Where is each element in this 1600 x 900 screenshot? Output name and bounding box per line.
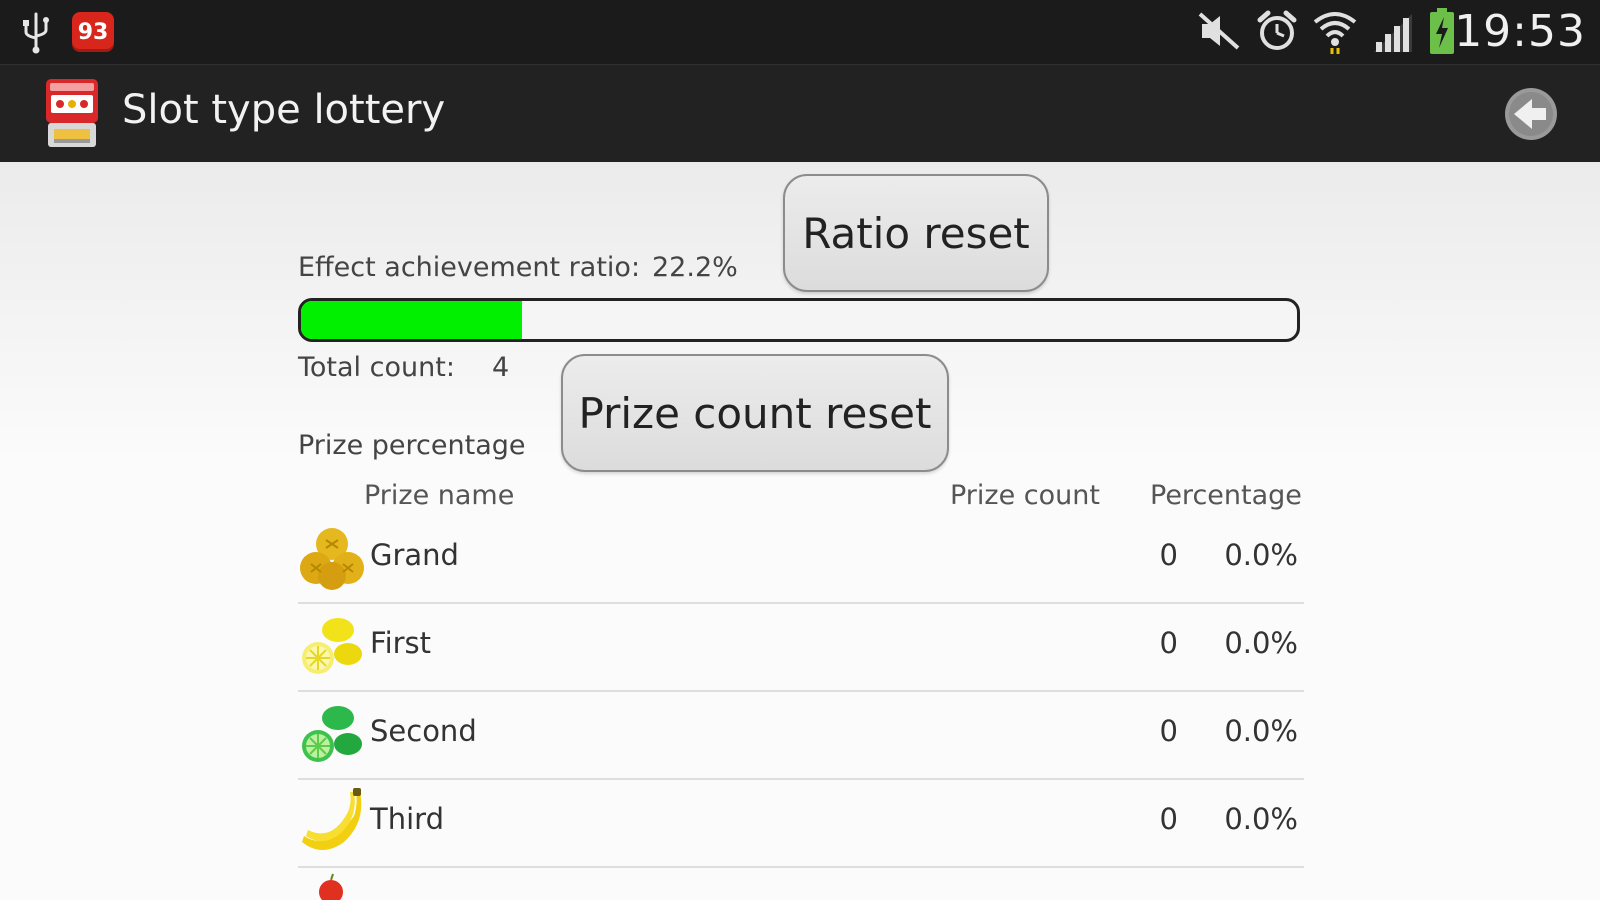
lime-fruit-icon [302,706,362,762]
prize-percentage: 0.0% [1224,538,1298,572]
header-percentage: Percentage [1150,480,1302,511]
prize-name: Grand [370,538,459,572]
battery-charging-icon [1430,8,1454,54]
effect-progress-bar [298,298,1300,342]
status-bar: 93 19:53 [0,0,1600,64]
apple-fruit-icon [319,873,343,900]
signal-icon [1374,14,1412,52]
lemon-fruit-icon [302,618,362,674]
total-count-value: 4 [492,352,510,383]
slot-machine-icon [46,79,98,147]
banana-fruit-icon [302,788,362,850]
prize-percentage: 0.0% [1224,626,1298,660]
action-bar: Slot type lottery [0,64,1600,163]
alarm-icon [1257,10,1297,50]
clock: 19:53 [1454,6,1586,57]
ratio-reset-button[interactable]: Ratio reset [783,174,1049,292]
header-prize-count: Prize count [950,480,1100,511]
app-title: Slot type lottery [122,87,446,133]
prize-count: 0 [1159,626,1178,660]
effect-ratio-label: Effect achievement ratio: [298,252,641,283]
prize-name: First [370,626,432,660]
prize-count: 0 [1159,538,1178,572]
usb-icon [23,12,49,54]
prize-count-reset-button[interactable]: Prize count reset [561,354,949,472]
table-row: First 0 0.0% [298,602,1304,692]
back-arrow-icon[interactable] [1502,85,1560,143]
table-row: Second 0 0.0% [298,690,1304,780]
effect-ratio-value: 22.2% [652,252,738,283]
prize-percentage: 0.0% [1224,714,1298,748]
prize-percentage-title: Prize percentage [298,430,526,461]
stats-panel: Ratio reset Effect achievement ratio: 22… [0,162,1600,900]
prize-count: 0 [1159,802,1178,836]
prize-name: Third [370,802,444,836]
prize-percentage: 0.0% [1224,802,1298,836]
prize-count: 0 [1159,714,1178,748]
notification-badge: 93 [72,12,114,52]
header-prize-name: Prize name [364,480,515,511]
effect-progress-fill [301,301,523,339]
total-count-label: Total count: [298,352,455,383]
mute-icon [1198,12,1240,50]
prize-name: Second [370,714,477,748]
orange-fruit-icon [300,528,364,590]
wifi-icon [1313,12,1357,54]
table-row: Grand 0 0.0% [298,514,1304,604]
table-row: Third 0 0.0% [298,778,1304,868]
